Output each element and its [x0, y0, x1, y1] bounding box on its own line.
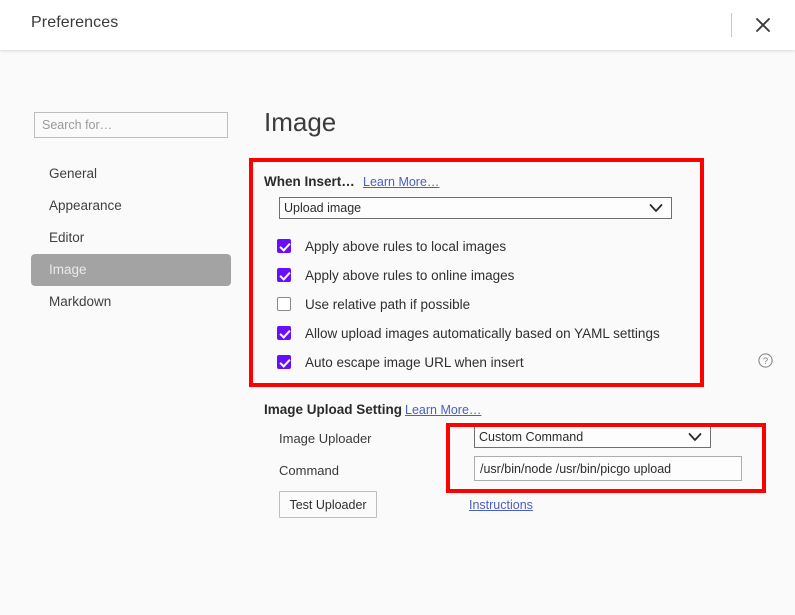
checkbox-label: Allow upload images automatically based …: [305, 325, 660, 341]
preferences-content: General Appearance Editor Image Markdown…: [0, 50, 795, 615]
checkbox-allow-auto-upload-yaml[interactable]: [277, 326, 291, 340]
checkbox-apply-online-images[interactable]: [277, 268, 291, 282]
sidebar-item-markdown[interactable]: Markdown: [31, 286, 231, 318]
sidebar-item-label: General: [49, 166, 98, 181]
sidebar-item-label: Markdown: [49, 294, 112, 309]
sidebar-item-label: Image: [49, 262, 87, 277]
help-question-icon: ?: [758, 353, 773, 368]
command-label: Command: [279, 463, 339, 478]
close-window-button[interactable]: [748, 10, 778, 40]
svg-text:?: ?: [763, 356, 768, 367]
close-icon: [756, 18, 770, 32]
sidebar-item-general[interactable]: General: [31, 158, 231, 190]
insert-mode-select[interactable]: Upload image: [279, 197, 672, 219]
image-upload-learn-more-link[interactable]: Learn More…: [405, 403, 481, 417]
sidebar-item-image[interactable]: Image: [31, 254, 231, 286]
checkbox-label: Apply above rules to local images: [305, 238, 507, 254]
sidebar-item-appearance[interactable]: Appearance: [31, 190, 231, 222]
checkbox-row-auto-escape-url[interactable]: Auto escape image URL when insert: [277, 352, 524, 372]
checkbox-auto-escape-url[interactable]: [277, 355, 291, 369]
when-insert-learn-more-link[interactable]: Learn More…: [363, 175, 439, 189]
checkbox-use-relative-path[interactable]: [277, 297, 291, 311]
instructions-link[interactable]: Instructions: [469, 498, 533, 512]
checkbox-row-yaml-auto-upload[interactable]: Allow upload images automatically based …: [277, 323, 660, 343]
sidebar-item-editor[interactable]: Editor: [31, 222, 231, 254]
window-title-bar: Preferences: [0, 0, 795, 50]
search-input[interactable]: [34, 112, 228, 138]
sidebar-nav-list: General Appearance Editor Image Markdown: [31, 158, 231, 318]
image-uploader-label: Image Uploader: [279, 431, 372, 446]
sidebar-item-label: Appearance: [49, 198, 122, 213]
checkbox-label: Apply above rules to online images: [305, 267, 515, 283]
settings-main-panel: Image When Insert… Learn More… Upload im…: [249, 50, 795, 615]
sidebar-item-label: Editor: [49, 230, 85, 245]
settings-sidebar: General Appearance Editor Image Markdown: [0, 50, 250, 615]
help-button[interactable]: ?: [758, 353, 773, 368]
window-title: Preferences: [31, 14, 119, 31]
page-title: Image: [264, 107, 337, 137]
image-upload-setting-heading: Image Upload Setting: [264, 402, 403, 417]
command-input[interactable]: [474, 456, 742, 481]
checkbox-label: Auto escape image URL when insert: [305, 354, 524, 370]
when-insert-heading: When Insert…: [264, 174, 355, 189]
image-uploader-select[interactable]: Custom Command: [474, 426, 711, 448]
checkbox-label: Use relative path if possible: [305, 296, 471, 312]
test-uploader-button[interactable]: Test Uploader: [279, 491, 377, 518]
checkbox-row-local-images[interactable]: Apply above rules to local images: [277, 236, 506, 256]
title-bar-divider: [731, 13, 732, 37]
checkbox-row-online-images[interactable]: Apply above rules to online images: [277, 265, 514, 285]
checkbox-apply-local-images[interactable]: [277, 239, 291, 253]
checkbox-row-relative-path[interactable]: Use relative path if possible: [277, 294, 470, 314]
